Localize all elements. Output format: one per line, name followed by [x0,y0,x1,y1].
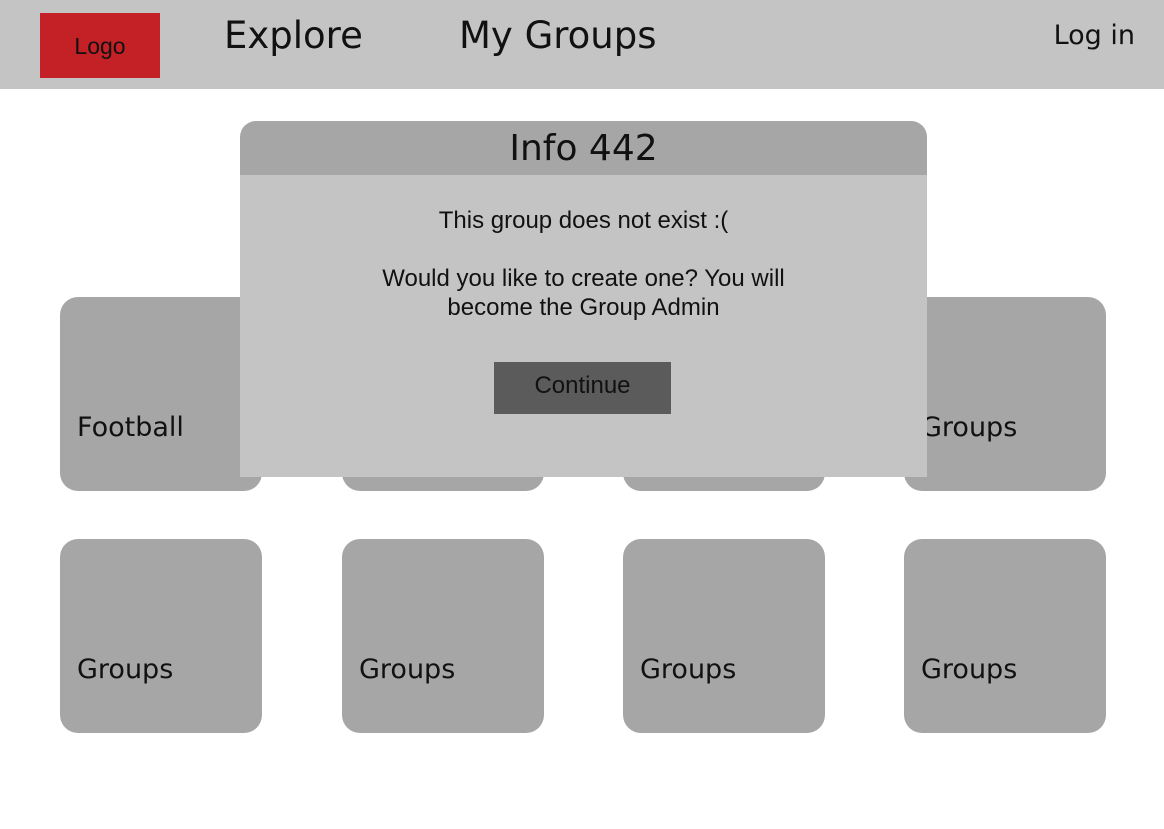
group-tile-label: Groups [77,654,174,685]
group-tile-label: Football [77,412,184,443]
group-tile[interactable]: Groups [904,297,1106,491]
nav-my-groups-link[interactable]: My Groups [459,14,657,58]
group-tile-label: Groups [921,412,1018,443]
modal-title: Info 442 [240,121,927,177]
group-tile-label: Groups [359,654,456,685]
group-tile[interactable]: Groups [623,539,825,733]
modal-question: Would you like to create one? You will b… [382,265,785,321]
group-tile[interactable]: Groups [904,539,1106,733]
group-tile[interactable]: Groups [60,539,262,733]
login-link[interactable]: Log in [1054,18,1135,54]
group-tile[interactable]: Groups [342,539,544,733]
modal-message: This group does not exist :( [438,207,729,234]
top-nav-bar: Logo Explore My Groups Log in [0,0,1164,89]
logo[interactable]: Logo [40,13,160,78]
group-tile[interactable]: Football [60,297,262,491]
nav-explore-link[interactable]: Explore [224,14,363,58]
continue-button[interactable]: Continue [494,362,671,414]
group-tile-label: Groups [640,654,737,685]
group-tile-label: Groups [921,654,1018,685]
modal-dialog: This group does not exist :( Would you l… [240,175,927,477]
